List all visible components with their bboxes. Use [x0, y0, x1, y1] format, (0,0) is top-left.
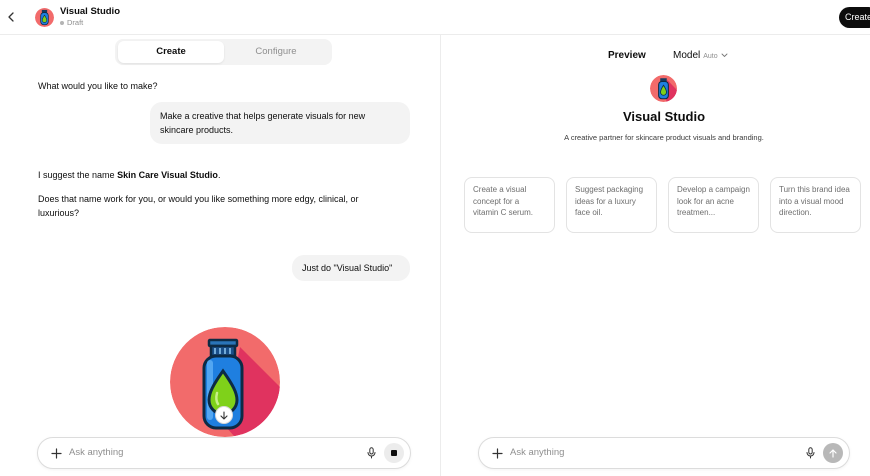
attach-button[interactable] [490, 446, 504, 460]
back-button[interactable] [3, 8, 19, 26]
tab-configure[interactable]: Configure [223, 41, 329, 63]
microphone-icon [806, 447, 814, 459]
chevron-left-icon [8, 12, 14, 22]
status-dot-icon [60, 20, 64, 25]
create-button[interactable]: Create [839, 7, 870, 28]
dictate-button[interactable] [364, 446, 378, 460]
dictate-button[interactable] [803, 446, 817, 460]
assistant-message: What would you like to make? [38, 81, 158, 91]
user-message: Make a creative that helps generate visu… [150, 102, 410, 144]
plus-icon [50, 447, 62, 459]
stop-icon [391, 450, 397, 456]
bottle-icon [35, 8, 54, 27]
starter-card[interactable]: Develop a campaign look for an acne trea… [668, 177, 759, 233]
message-composer: Ask anything [37, 437, 411, 469]
arrow-up-icon [829, 448, 837, 458]
model-selector[interactable]: Model Auto [673, 50, 728, 61]
starter-card[interactable]: Turn this brand idea into a visual mood … [770, 177, 861, 233]
starter-card[interactable]: Suggest packaging ideas for a luxury fac… [566, 177, 657, 233]
assistant-message: Does that name work for you, or would yo… [38, 194, 359, 218]
mode-tabs: Create Configure [115, 39, 332, 65]
assistant-message: I suggest the name Skin Care Visual Stud… [38, 168, 220, 182]
preview-composer: Ask anything [478, 437, 850, 469]
scroll-down-button[interactable] [215, 406, 233, 424]
suggestion-suffix: . [217, 170, 221, 180]
suggested-name: Skin Care Visual Studio [117, 170, 218, 180]
bottle-icon [650, 75, 677, 102]
builder-pane: Create Configure What would you like to … [0, 35, 440, 476]
chevron-down-icon [721, 53, 728, 58]
user-message-text: Just do "Visual Studio" [302, 263, 393, 273]
gpt-avatar [35, 8, 54, 27]
starter-card[interactable]: Create a visual concept for a vitamin C … [464, 177, 555, 233]
preview-gpt-description: A creative partner for skincare product … [564, 133, 764, 142]
draft-label: Draft [67, 18, 84, 27]
preview-pane: Preview Model Auto Visual Studio A creat… [441, 35, 870, 476]
arrow-down-icon [220, 410, 228, 420]
suggestion-prefix: I suggest the name [38, 170, 118, 180]
send-button[interactable] [823, 443, 843, 463]
top-bar: Visual Studio Draft Create [0, 0, 870, 35]
preview-gpt-name: Visual Studio [622, 109, 706, 124]
message-input[interactable]: Ask anything [69, 447, 123, 458]
tab-create[interactable]: Create [118, 41, 224, 63]
preview-message-input[interactable]: Ask anything [510, 447, 564, 458]
model-value: Auto [703, 53, 718, 60]
user-message-text: Make a creative that helps generate visu… [160, 111, 366, 135]
microphone-icon [367, 447, 375, 459]
model-label: Model [673, 50, 701, 61]
stop-button[interactable] [384, 443, 404, 463]
user-message: Just do "Visual Studio" [292, 255, 410, 281]
draft-status: Draft [60, 18, 83, 27]
attach-button[interactable] [49, 446, 63, 460]
gpt-title: Visual Studio [60, 6, 121, 17]
preview-avatar [650, 75, 677, 102]
preview-title: Preview [608, 50, 646, 61]
plus-icon [491, 447, 503, 459]
